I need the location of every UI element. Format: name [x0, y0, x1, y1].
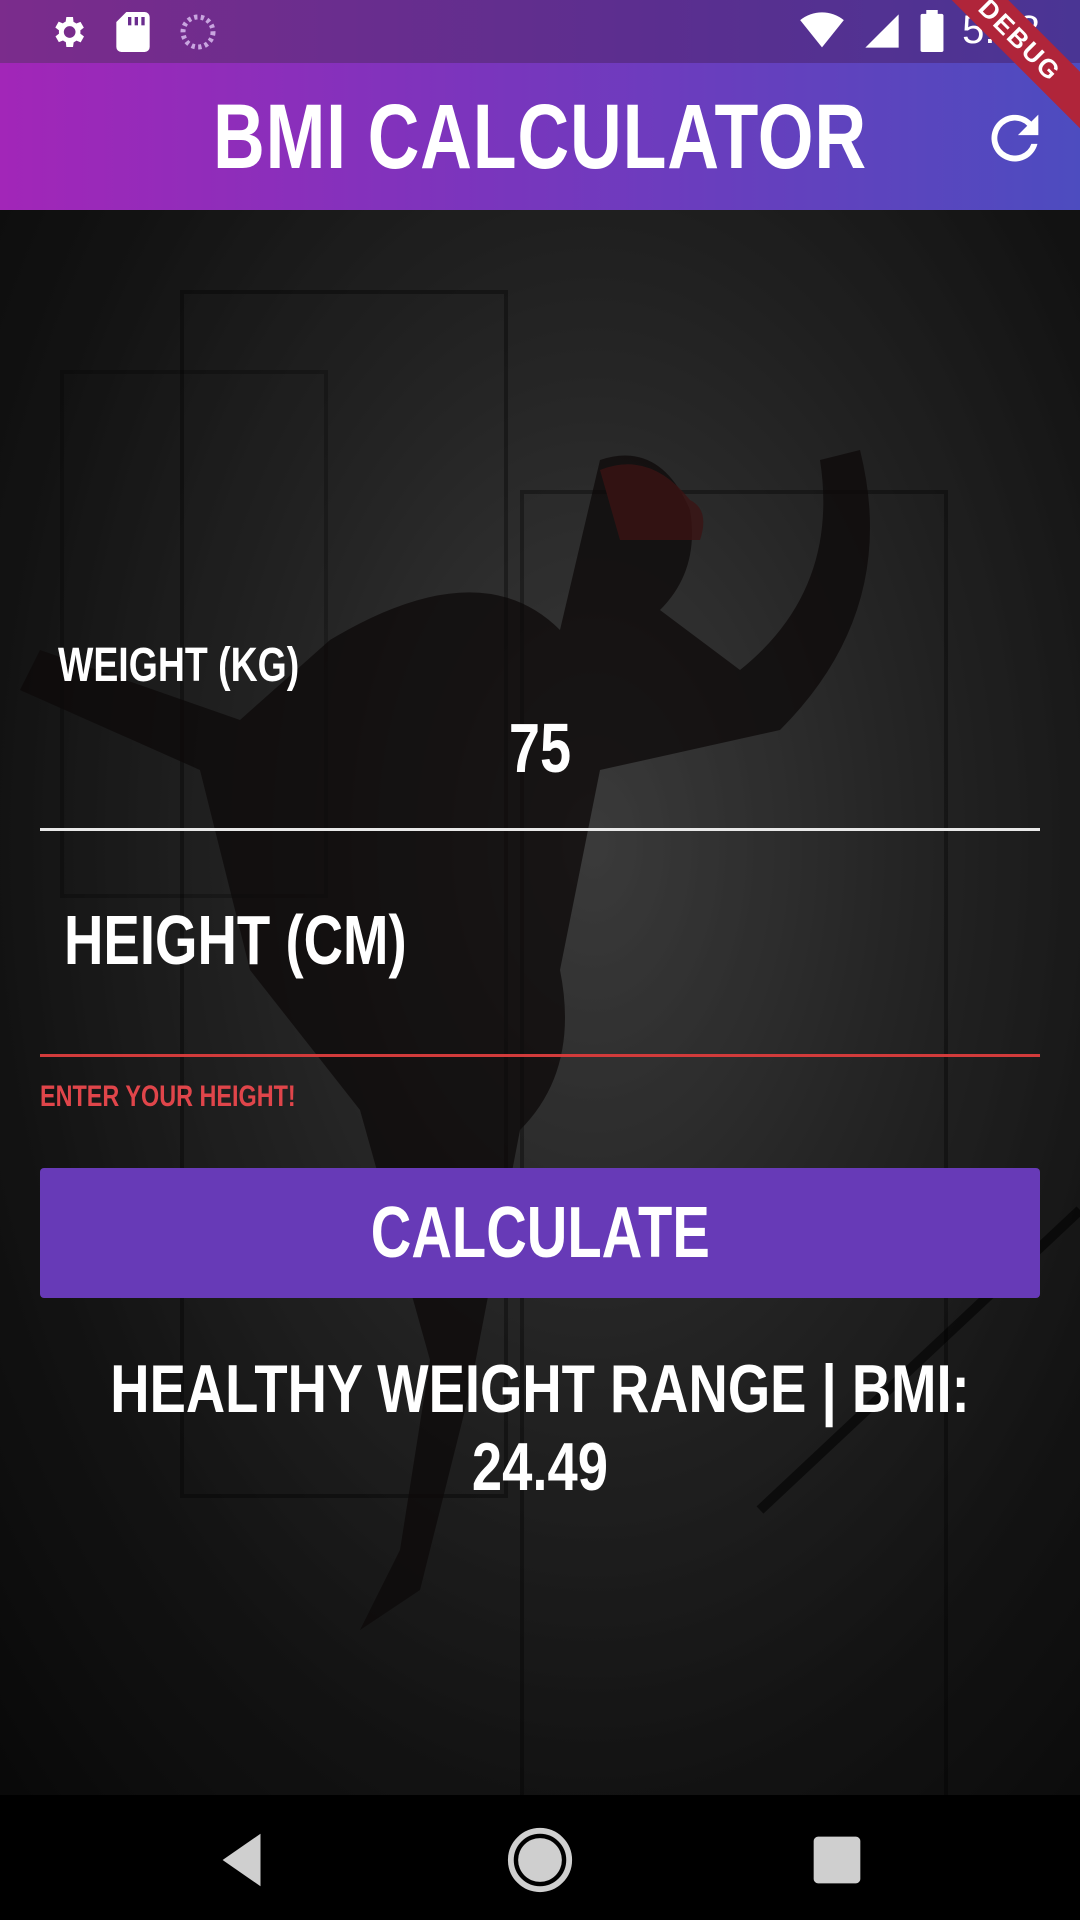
signal-icon	[865, 13, 899, 48]
sd-card-icon	[116, 12, 150, 52]
height-underline-error	[40, 1054, 1040, 1057]
recents-icon[interactable]	[802, 1825, 872, 1895]
progress-circle-icon	[180, 14, 216, 50]
height-input[interactable]: HEIGHT (CM)	[64, 900, 407, 980]
status-left-icons	[48, 12, 218, 52]
back-icon[interactable]	[208, 1825, 278, 1895]
debug-banner: DEBUG	[940, 0, 1080, 139]
calculate-button[interactable]: CALCULATE	[40, 1168, 1040, 1298]
app-bar: BMI CALCULATOR	[0, 63, 1080, 210]
weight-underline	[40, 828, 1040, 831]
status-bar: 5:18	[0, 0, 1080, 63]
bmi-result: HEALTHY WEIGHT RANGE | BMI: 24.49	[110, 1351, 970, 1505]
navigation-bar	[0, 1795, 1080, 1920]
debug-banner-wrap: DEBUG	[940, 0, 1080, 140]
calculate-button-label: CALCULATE	[370, 1193, 710, 1273]
app-title: BMI CALCULATOR	[212, 86, 868, 188]
height-error-text: ENTER YOUR HEIGHT!	[40, 1080, 296, 1113]
home-icon[interactable]	[505, 1825, 575, 1895]
weight-label: WEIGHT (KG)	[58, 639, 300, 692]
settings-icon	[55, 17, 84, 47]
background-dim-overlay	[0, 210, 1080, 1795]
background-image	[0, 210, 1080, 1795]
wifi-icon	[800, 11, 844, 47]
weight-input[interactable]: 75	[108, 708, 972, 788]
